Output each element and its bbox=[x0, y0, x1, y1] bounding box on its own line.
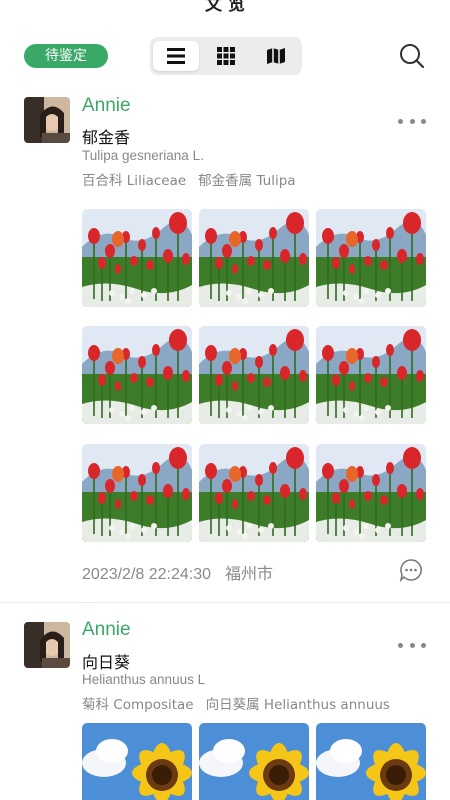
genus-label: 郁金香属 Tulipa bbox=[198, 173, 296, 189]
plant-name: 向日葵 bbox=[82, 653, 131, 672]
post-city: 福州市 bbox=[225, 566, 274, 583]
taxonomy: 菊科 Compositae 向日葵属 Helianthus annuus bbox=[82, 693, 390, 713]
more-dot-icon bbox=[421, 118, 426, 124]
more-dot-icon bbox=[409, 118, 415, 124]
latin-name: Tulipa gesneriana L. bbox=[82, 148, 204, 163]
post-photo[interactable] bbox=[316, 209, 426, 307]
more-dot-icon bbox=[421, 642, 426, 648]
post-photo[interactable] bbox=[316, 326, 426, 424]
post-divider bbox=[0, 602, 450, 603]
more-options-button[interactable] bbox=[398, 114, 426, 128]
map-view-button[interactable] bbox=[253, 41, 299, 71]
pending-filter-badge[interactable]: 待鉴定 bbox=[24, 44, 108, 68]
comment-button[interactable] bbox=[399, 558, 423, 583]
genus-label: 向日葵属 Helianthus annuus bbox=[205, 697, 390, 713]
view-mode-toggle bbox=[150, 37, 302, 75]
more-dot-icon bbox=[409, 642, 415, 648]
post-photo[interactable] bbox=[199, 444, 309, 542]
post-meta: 2023/2/8 22:24:30 福州市 bbox=[82, 560, 273, 584]
user-name[interactable]: Annie bbox=[82, 95, 131, 117]
latin-name: Helianthus annuus L bbox=[82, 672, 206, 687]
list-view-button[interactable] bbox=[153, 41, 199, 71]
search-icon bbox=[400, 44, 425, 69]
taxonomy: 百合科 Liliaceae 郁金香属 Tulipa bbox=[82, 169, 296, 189]
post-photo[interactable] bbox=[82, 444, 192, 542]
page-title: 文 览 bbox=[205, 0, 245, 15]
more-dot-icon bbox=[398, 642, 403, 648]
post-photo[interactable] bbox=[199, 209, 309, 307]
search-button[interactable] bbox=[398, 42, 426, 70]
user-name[interactable]: Annie bbox=[82, 619, 131, 641]
post-photo[interactable] bbox=[316, 723, 426, 800]
list-icon bbox=[167, 48, 185, 64]
post-photo[interactable] bbox=[199, 326, 309, 424]
grid-view-button[interactable] bbox=[203, 41, 249, 71]
avatar[interactable] bbox=[24, 622, 70, 668]
post-photo[interactable] bbox=[82, 209, 192, 307]
post-date: 2023/2/8 22:24:30 bbox=[82, 566, 212, 583]
family-label: 菊科 Compositae bbox=[82, 697, 194, 713]
post-photo[interactable] bbox=[316, 444, 426, 542]
post-photo[interactable] bbox=[199, 723, 309, 800]
grid-icon bbox=[217, 47, 235, 65]
map-icon bbox=[267, 48, 285, 64]
comment-icon bbox=[399, 559, 422, 583]
more-options-button[interactable] bbox=[398, 638, 426, 652]
avatar[interactable] bbox=[24, 97, 70, 143]
family-label: 百合科 Liliaceae bbox=[82, 173, 187, 189]
post-photo[interactable] bbox=[82, 723, 192, 800]
post-photo[interactable] bbox=[82, 326, 192, 424]
plant-name: 郁金香 bbox=[82, 128, 131, 147]
toolbar: 待鉴定 bbox=[0, 37, 450, 75]
more-dot-icon bbox=[398, 118, 403, 124]
